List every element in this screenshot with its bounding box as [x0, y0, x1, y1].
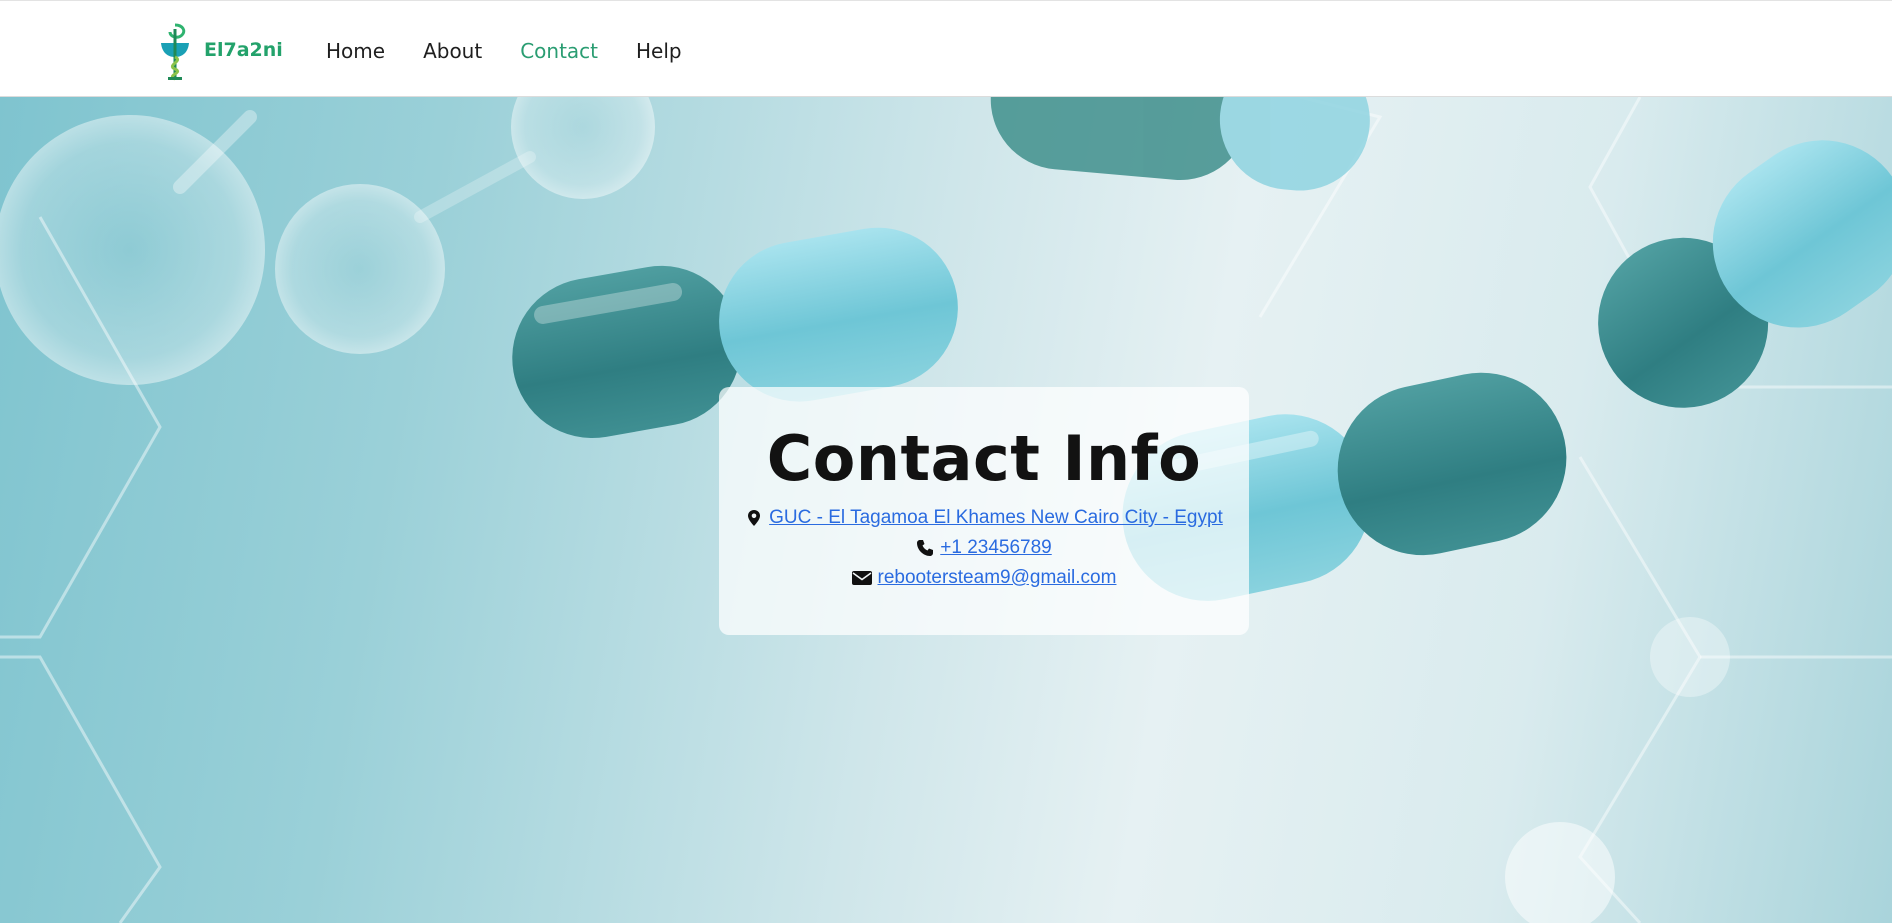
main-nav: Home About Contact Help: [326, 38, 720, 64]
nav-about-link[interactable]: About: [423, 38, 482, 64]
phone-line: +1 23456789: [719, 533, 1249, 563]
nav-help-link[interactable]: Help: [636, 38, 682, 64]
top-navbar: El7a2ni Home About Contact Help: [0, 0, 1892, 97]
envelope-icon: [851, 571, 872, 585]
phone-link[interactable]: +1 23456789: [940, 537, 1051, 559]
nav-home-link[interactable]: Home: [326, 38, 385, 64]
brand-link[interactable]: El7a2ni: [158, 19, 283, 81]
email-link[interactable]: rebootersteam9@gmail.com: [878, 567, 1117, 589]
nav-contact-link[interactable]: Contact: [520, 38, 598, 64]
map-marker-icon: [748, 510, 761, 526]
phone-icon: [917, 540, 934, 556]
address-link[interactable]: GUC - El Tagamoa El Khames New Cairo Cit…: [769, 507, 1223, 529]
contact-info-card: Contact Info GUC - El Tagamoa El Khames …: [719, 387, 1249, 635]
contact-info-title: Contact Info: [766, 422, 1202, 495]
pharmacy-bowl-snake-icon: [161, 23, 189, 81]
email-line: rebootersteam9@gmail.com: [719, 563, 1249, 593]
brand-name: El7a2ni: [204, 39, 283, 61]
hero-section: Contact Info GUC - El Tagamoa El Khames …: [0, 97, 1892, 923]
address-line: GUC - El Tagamoa El Khames New Cairo Cit…: [719, 503, 1249, 533]
